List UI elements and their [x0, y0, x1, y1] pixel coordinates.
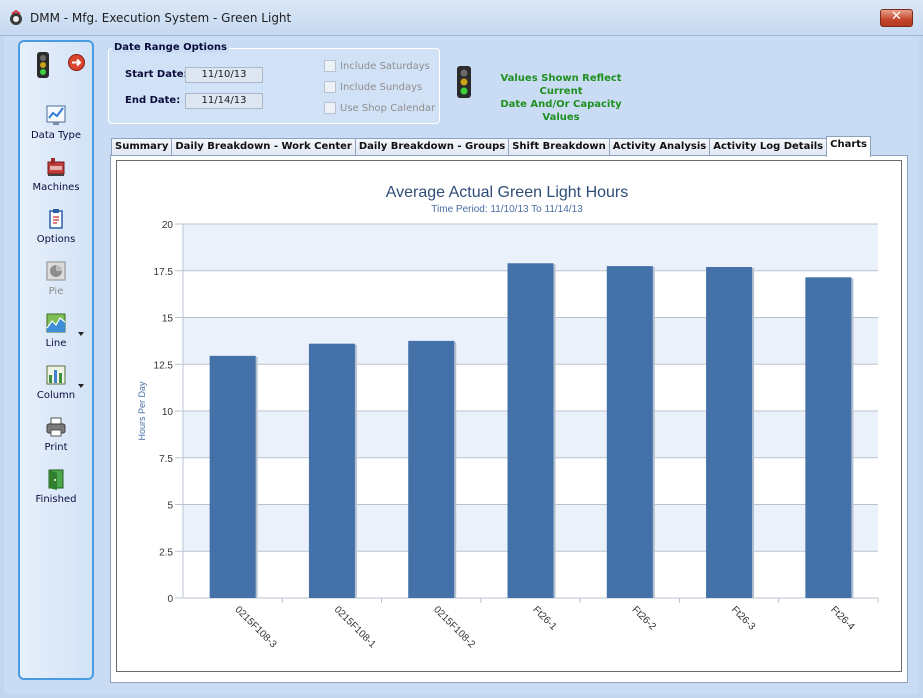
date-range-title: Date Range Options: [112, 42, 229, 53]
window-title: DMM - Mfg. Execution System - Green Ligh…: [30, 11, 292, 25]
line-button[interactable]: Line: [20, 312, 92, 349]
x-tick-label: 0215F108-2: [431, 604, 477, 650]
line-label: Line: [45, 338, 67, 349]
bar-0215f108-1[interactable]: [308, 343, 355, 598]
x-tick-label: Ft26-2: [630, 604, 659, 633]
finished-label: Finished: [35, 494, 77, 505]
column-chart-icon: [46, 365, 66, 385]
left-toolbar: Data Type Machines Options Pie Line Colu…: [18, 40, 94, 680]
status-traffic-light-icon: [457, 66, 471, 98]
include-saturdays-label: Include Saturdays: [340, 60, 430, 72]
x-tick-label: Ft26-4: [828, 604, 857, 633]
tab-activity-log-details[interactable]: Activity Log Details: [709, 138, 828, 156]
use-shop-calendar-checkbox[interactable]: Use Shop Calendar: [324, 102, 435, 114]
include-sundays-checkbox[interactable]: Include Sundays: [324, 81, 422, 93]
y-tick-label: 12.5: [154, 360, 174, 371]
y-tick-label: 5: [167, 501, 173, 512]
line-chart-icon: [46, 313, 66, 333]
tab-charts[interactable]: Charts: [826, 136, 871, 157]
machines-button[interactable]: Machines: [20, 156, 92, 193]
end-date-field[interactable]: 11/14/13: [185, 93, 263, 109]
y-tick-label: 7.5: [159, 454, 173, 465]
x-tick-label: 0215F108-3: [233, 604, 279, 650]
print-label: Print: [44, 442, 68, 453]
printer-icon: [46, 417, 66, 437]
line-dropdown-chevron-icon[interactable]: [78, 332, 84, 336]
checkbox-box[interactable]: [324, 60, 336, 72]
machines-icon: [47, 158, 65, 176]
bar-ft26-2[interactable]: [606, 266, 653, 598]
pie-chart-icon: [46, 261, 66, 281]
checkbox-box[interactable]: [324, 102, 336, 114]
start-date-label: Start Date:: [125, 69, 188, 80]
use-shop-calendar-label: Use Shop Calendar: [340, 102, 436, 114]
y-axis-label: Hours Per Day: [137, 381, 147, 441]
bar-0215f108-3[interactable]: [209, 355, 256, 598]
options-button[interactable]: Options: [20, 208, 92, 245]
y-tick-label: 17.5: [154, 267, 174, 278]
tab-strip: Summary Daily Breakdown - Work Center Da…: [111, 136, 871, 157]
chart-title: Average Actual Green Light Hours: [386, 184, 629, 201]
data-type-label: Data Type: [30, 130, 82, 141]
values-note-line-1: Values Shown Reflect Current: [500, 73, 622, 97]
tab-daily-breakdown-work-center[interactable]: Daily Breakdown - Work Center: [171, 138, 356, 156]
print-button[interactable]: Print: [20, 416, 92, 453]
end-date-label: End Date:: [125, 95, 181, 106]
tab-shift-breakdown[interactable]: Shift Breakdown: [508, 138, 610, 156]
chart-frame: 0 2.5 5 7.5 10 12.5 15 17.5 20 0215F108-3 0215F10…: [116, 160, 902, 672]
y-tick-label: 2.5: [159, 547, 173, 558]
tab-summary[interactable]: Summary: [111, 138, 173, 156]
x-tick-label: Ft26-1: [530, 604, 559, 633]
tab-daily-breakdown-groups[interactable]: Daily Breakdown - Groups: [354, 138, 510, 156]
bar-ft26-3[interactable]: [706, 267, 753, 598]
bar-chart: 0 2.5 5 7.5 10 12.5 15 17.5 20 0215F108-3 0215F10…: [137, 184, 879, 651]
column-button[interactable]: Column: [20, 364, 92, 401]
y-tick-label: 15: [162, 314, 174, 325]
machines-label: Machines: [32, 182, 80, 193]
y-tick-label: 20: [162, 220, 174, 231]
include-saturdays-checkbox[interactable]: Include Saturdays: [324, 60, 430, 72]
close-icon: ✕: [891, 9, 902, 24]
column-dropdown-chevron-icon[interactable]: [78, 384, 84, 388]
app-logo-icon: [10, 10, 22, 25]
include-sundays-label: Include Sundays: [340, 81, 423, 93]
bar-0215f108-2[interactable]: [408, 340, 455, 598]
pie-button: Pie: [20, 260, 92, 297]
checkbox-box[interactable]: [324, 81, 336, 93]
close-button[interactable]: ✕: [880, 9, 913, 27]
bar-ft26-4[interactable]: [805, 277, 852, 598]
column-label: Column: [36, 390, 76, 401]
bar-ft26-1[interactable]: [507, 263, 554, 598]
go-arrow-icon[interactable]: [68, 54, 85, 71]
y-tick-label: 10: [162, 407, 174, 418]
finished-exit-icon: [48, 469, 64, 490]
chart-subtitle: Time Period: 11/10/13 To 11/14/13: [431, 204, 583, 215]
values-note-line-2: Date And/Or Capacity Values: [500, 99, 622, 123]
x-tick-label: 0215F108-1: [332, 604, 378, 650]
data-type-button[interactable]: Data Type: [20, 104, 92, 141]
data-type-chart-icon: [46, 105, 66, 125]
y-tick-label: 0: [167, 594, 173, 605]
options-clipboard-icon: [49, 209, 63, 229]
finished-button[interactable]: Finished: [20, 468, 92, 505]
traffic-light-icon: [37, 52, 49, 78]
pie-label: Pie: [48, 286, 64, 297]
x-tick-label: Ft26-3: [729, 604, 758, 633]
start-date-field[interactable]: 11/10/13: [185, 67, 263, 83]
title-bar: DMM - Mfg. Execution System - Green Ligh…: [0, 0, 923, 36]
values-note: Values Shown Reflect Current Date And/Or…: [486, 72, 636, 124]
tab-activity-analysis[interactable]: Activity Analysis: [608, 138, 711, 156]
options-label: Options: [36, 234, 76, 245]
